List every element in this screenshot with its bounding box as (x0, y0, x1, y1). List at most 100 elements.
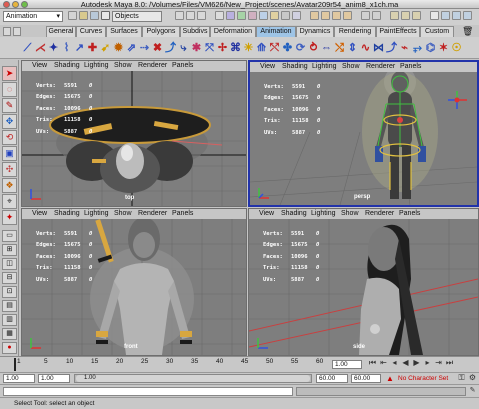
pole-vector-icon[interactable]: ⇢ (139, 40, 150, 56)
mask-dynamics-icon[interactable] (270, 11, 279, 20)
hypershade-layout-icon[interactable]: ⊡ (2, 286, 17, 298)
shelf-menu-icon[interactable] (3, 27, 11, 36)
menu-set-dropdown[interactable]: Animation ▾ (3, 11, 63, 22)
set-key-icon[interactable]: ⟋ (22, 40, 33, 56)
snap-curve-icon[interactable] (321, 11, 330, 20)
select-by-component-icon[interactable] (197, 11, 206, 20)
geometry-constraint-icon[interactable]: ✖ (152, 40, 163, 56)
animation-preferences-icon[interactable]: ⚙ (467, 373, 478, 383)
start-time-field[interactable]: 1.00 (3, 374, 35, 383)
persp-graph-hyper-layout-icon[interactable]: ▤ (2, 300, 17, 312)
time-slider[interactable]: 1 5 10 15 20 25 30 35 40 45 50 55 60 1.0… (0, 356, 479, 372)
history-icon[interactable] (361, 11, 370, 20)
range-slider-track[interactable]: 1.00 (74, 374, 312, 383)
tab-dynamics[interactable]: Dynamics (296, 26, 334, 37)
renderer-menu[interactable]: Renderer (138, 209, 167, 219)
rotate-tool-icon[interactable]: ⟲ (2, 130, 17, 145)
last-tool-icon[interactable]: ✦ (2, 210, 17, 225)
detach-skin-icon[interactable]: ⤧ (204, 40, 215, 56)
viewport-persp[interactable]: View Shading Lighting Show Renderer Pane… (248, 60, 479, 207)
selection-mode-dropdown[interactable]: Objects (112, 11, 162, 22)
end-time-field[interactable]: 60.00 (351, 374, 381, 383)
current-frame-field[interactable]: 1.00 (332, 360, 362, 369)
command-input[interactable] (3, 387, 293, 396)
ipr-render-icon[interactable] (401, 11, 410, 20)
tab-polygons[interactable]: Polygons (142, 26, 180, 37)
step-back-frame-icon[interactable]: ◂ (389, 358, 400, 368)
shading-menu[interactable]: Shading (54, 209, 80, 219)
bend-deformer-icon[interactable]: ⥁ (308, 40, 319, 56)
sculpt-deformer-icon[interactable]: ✤ (282, 40, 293, 56)
cluster-icon[interactable]: ✳ (243, 40, 254, 56)
go-to-end-icon[interactable]: ⏭ (444, 358, 455, 368)
render-settings-icon[interactable] (412, 11, 421, 20)
open-scene-icon[interactable] (79, 11, 88, 20)
tool-settings-icon[interactable] (452, 11, 461, 20)
mask-rendering-icon[interactable] (281, 11, 290, 20)
playback-start-field[interactable]: 1.00 (38, 374, 70, 383)
snap-point-icon[interactable] (332, 11, 341, 20)
select-by-hierarchy-icon[interactable] (175, 11, 184, 20)
viewport-canvas[interactable]: Verts: 5591 0 Edges: 15675 0 Faces: 10096 0 Tr… (249, 219, 478, 355)
construction-icon[interactable] (372, 11, 381, 20)
viewport-canvas[interactable]: Verts: 5591 0 Edges: 15675 0 Faces: 10096 0 Tr… (22, 219, 246, 355)
twist-deformer-icon[interactable]: ⤭ (334, 40, 345, 56)
view-menu[interactable]: View (32, 209, 47, 219)
shading-menu[interactable]: Shading (54, 61, 80, 71)
new-scene-icon[interactable] (68, 11, 77, 20)
panels-menu[interactable]: Panels (400, 62, 421, 72)
tab-animation[interactable]: Animation (256, 26, 296, 37)
outliner-layout-icon[interactable]: ▥ (2, 314, 17, 326)
scale-constraint-icon[interactable]: ✹ (113, 40, 124, 56)
panels-menu[interactable]: Panels (399, 209, 420, 219)
auto-key-icon[interactable]: ⚿ (456, 373, 467, 383)
lattice-icon[interactable]: ⌘ (230, 40, 241, 56)
render-icon[interactable] (390, 11, 399, 20)
selection-mode-icon[interactable] (101, 11, 110, 20)
tab-general[interactable]: General (46, 26, 76, 37)
wave-deformer-icon[interactable]: ∿ (360, 40, 371, 56)
renderer-menu[interactable]: Renderer (366, 62, 395, 72)
sine-deformer-icon[interactable]: ⋈ (373, 40, 384, 56)
attribute-editor-icon[interactable] (441, 11, 450, 20)
mask-curves-icon[interactable] (237, 11, 246, 20)
trash-icon[interactable]: 🗑 (462, 26, 473, 37)
soft-mod-icon[interactable]: ❖ (2, 178, 17, 193)
shading-menu[interactable]: Shading (281, 209, 307, 219)
ik-handle-icon[interactable]: ⋌ (35, 40, 46, 56)
lighting-menu[interactable]: Lighting (311, 209, 336, 219)
tangent-constraint-icon[interactable]: ⤷ (178, 40, 189, 56)
character-set-icon[interactable]: ☉ (451, 40, 462, 56)
joint-tool-icon[interactable]: ✦ (48, 40, 59, 56)
viewport-top[interactable]: View Shading Lighting Show Renderer Pane… (21, 60, 247, 207)
lighting-menu[interactable]: Lighting (84, 61, 109, 71)
tab-custom[interactable]: Custom (420, 26, 454, 37)
viewport-canvas[interactable]: Verts: 5591 0 Edges: 15675 0 Faces: 10096 0 Tr… (250, 72, 477, 205)
play-backwards-icon[interactable]: ◀ (400, 358, 411, 368)
script-editor-icon[interactable]: ✎ (467, 386, 478, 396)
range-slider-handle[interactable]: 1.00 (76, 375, 310, 382)
current-time-marker[interactable] (14, 358, 16, 371)
lighting-menu[interactable]: Lighting (312, 62, 337, 72)
renderer-menu[interactable]: Renderer (138, 61, 167, 71)
paint-select-tool-icon[interactable]: ✎ (2, 98, 17, 113)
tab-surfaces[interactable]: Surfaces (106, 26, 142, 37)
point-constraint-icon[interactable]: ✚ (87, 40, 98, 56)
select-tool-icon[interactable]: ➤ (2, 66, 17, 81)
aim-constraint-icon[interactable]: ➹ (100, 40, 111, 56)
tab-curves[interactable]: Curves (76, 26, 106, 37)
paint-weights-icon[interactable]: ✢ (217, 40, 228, 56)
persp-graph-layout-icon[interactable]: ⊟ (2, 272, 17, 284)
render-view-icon[interactable]: ● (2, 342, 17, 354)
tab-rendering[interactable]: Rendering (334, 26, 376, 37)
universal-manip-icon[interactable]: ✣ (2, 162, 17, 177)
hypergraph-icon[interactable]: ⌬ (425, 40, 436, 56)
channel-box-icon[interactable] (463, 11, 472, 20)
tab-deformation[interactable]: Deformation (210, 26, 256, 37)
playback-end-field[interactable]: 60.00 (316, 374, 348, 383)
lasso-tool-icon[interactable]: ◌ (2, 82, 17, 97)
panels-menu[interactable]: Panels (172, 209, 193, 219)
bind-skin-icon[interactable]: ✱ (191, 40, 202, 56)
flare-deformer-icon[interactable]: ⇔ (321, 40, 332, 56)
trax-editor-icon[interactable]: ⥅ (412, 40, 423, 56)
